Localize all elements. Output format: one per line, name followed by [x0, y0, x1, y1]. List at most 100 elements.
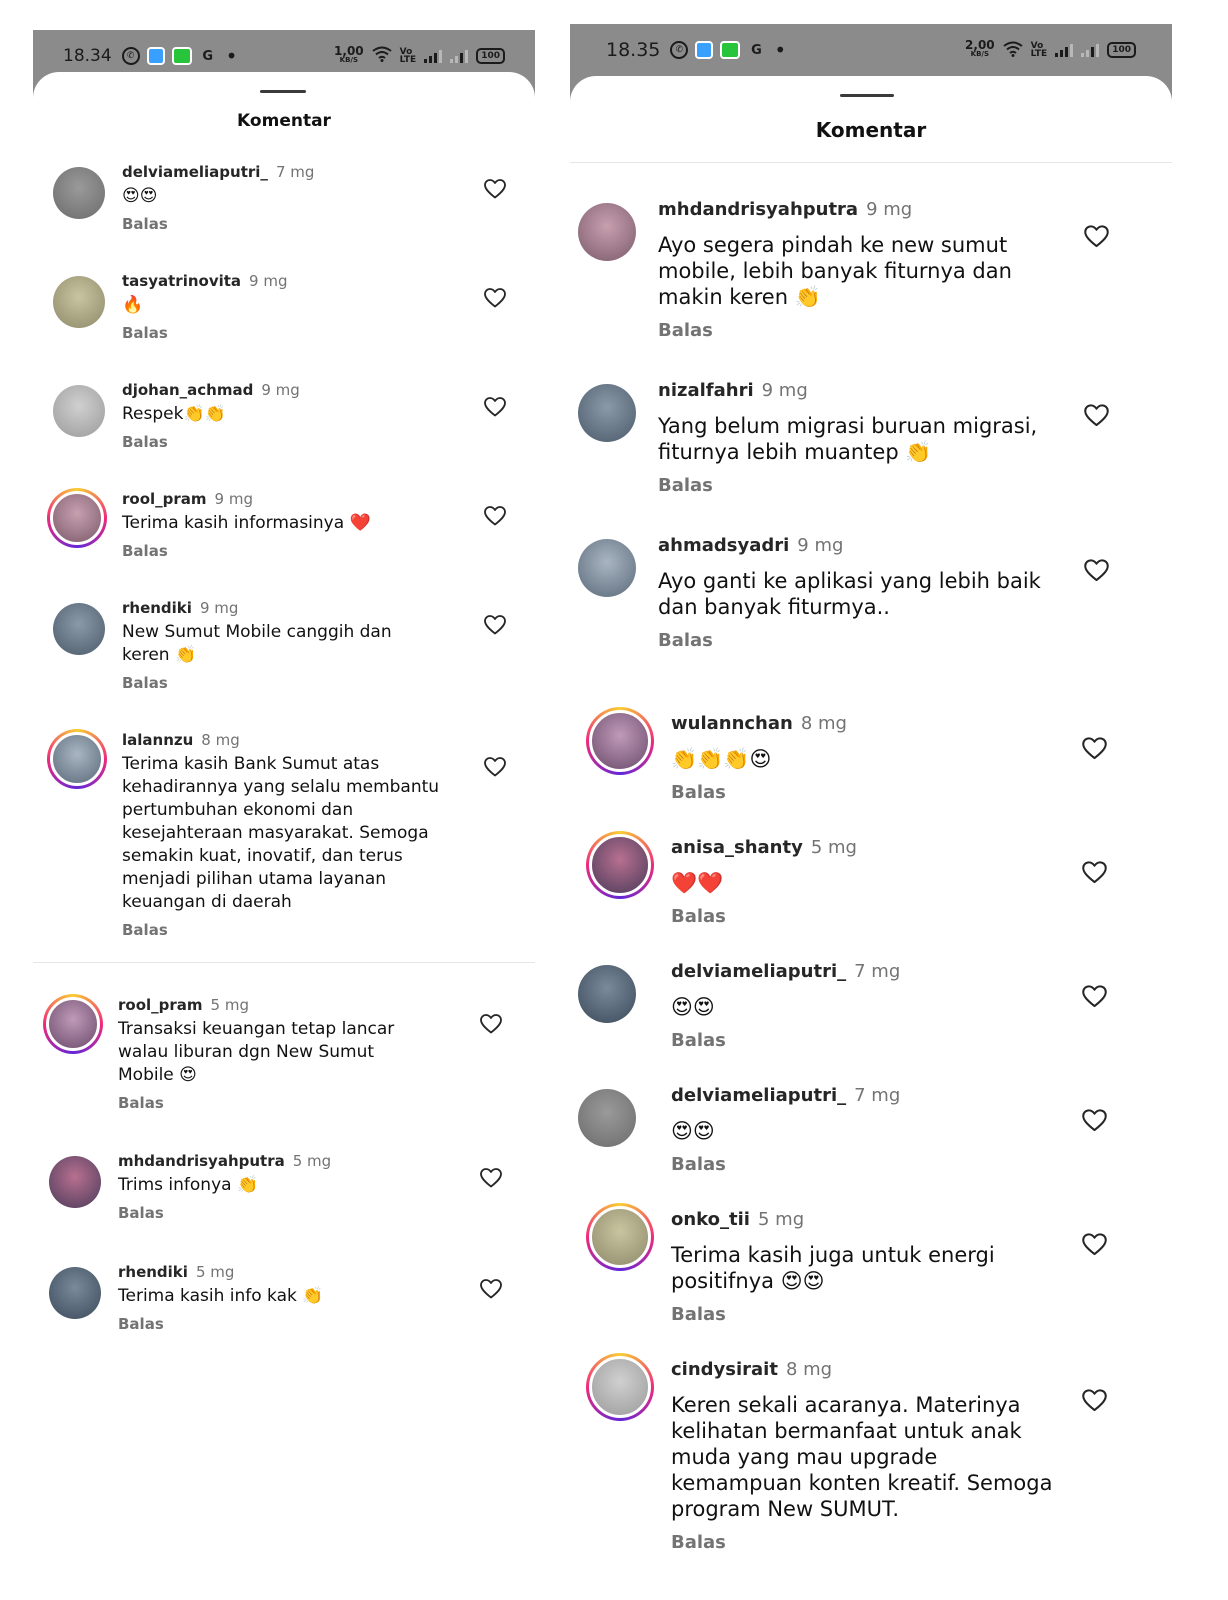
- comment-username[interactable]: mhdandrisyahputra 9 mg: [658, 199, 912, 220]
- comment-username[interactable]: anisa_shanty 5 mg: [671, 837, 857, 858]
- reply-button[interactable]: Balas: [671, 1532, 726, 1553]
- comment-username[interactable]: nizalfahri 9 mg: [658, 380, 808, 401]
- drag-handle[interactable]: [260, 90, 306, 93]
- like-heart-icon[interactable]: [483, 504, 507, 528]
- comment-username[interactable]: delviameliaputri_ 7 mg: [671, 961, 900, 982]
- avatar[interactable]: [578, 384, 636, 442]
- comment-username[interactable]: rool_pram 9 mg: [122, 490, 253, 508]
- like-heart-icon[interactable]: [1083, 402, 1110, 429]
- like-heart-icon[interactable]: [483, 286, 507, 310]
- comment-username[interactable]: lalannzu 8 mg: [122, 731, 240, 749]
- avatar[interactable]: [53, 603, 105, 655]
- comment-username[interactable]: cindysirait 8 mg: [671, 1359, 832, 1380]
- reply-button[interactable]: Balas: [671, 1030, 726, 1051]
- avatar[interactable]: [49, 1267, 101, 1319]
- comment-username[interactable]: tasyatrinovita 9 mg: [122, 272, 287, 290]
- username-text[interactable]: rhendiki: [122, 599, 192, 617]
- reply-button[interactable]: Balas: [671, 1304, 726, 1325]
- username-text[interactable]: mhdandrisyahputra: [658, 199, 858, 220]
- comment-username[interactable]: rool_pram 5 mg: [118, 996, 249, 1014]
- like-heart-icon[interactable]: [483, 613, 507, 637]
- like-heart-icon[interactable]: [1081, 859, 1108, 886]
- avatar[interactable]: [578, 965, 636, 1023]
- status-time: 18.35: [606, 39, 661, 61]
- notification-dot-icon: •: [225, 44, 238, 68]
- username-text[interactable]: djohan_achmad: [122, 381, 253, 399]
- comment-time: 8 mg: [201, 731, 240, 749]
- username-text[interactable]: rool_pram: [122, 490, 207, 508]
- comment-username[interactable]: ahmadsyadri 9 mg: [658, 535, 843, 556]
- comment-text: 👏👏👏😍: [671, 747, 772, 771]
- username-text[interactable]: ahmadsyadri: [658, 535, 789, 556]
- comment-text: Trims infonya 👏: [118, 1175, 259, 1195]
- avatar[interactable]: [578, 539, 636, 597]
- avatar[interactable]: [53, 167, 105, 219]
- comment-username[interactable]: djohan_achmad 9 mg: [122, 381, 300, 399]
- avatar[interactable]: [47, 729, 107, 789]
- avatar[interactable]: [53, 276, 105, 328]
- drag-handle[interactable]: [840, 94, 894, 97]
- username-text[interactable]: onko_tii: [671, 1209, 750, 1230]
- comment-username[interactable]: rhendiki 9 mg: [122, 599, 238, 617]
- reply-button[interactable]: Balas: [122, 324, 168, 342]
- like-heart-icon[interactable]: [1083, 223, 1110, 250]
- reply-button[interactable]: Balas: [671, 782, 726, 803]
- like-heart-icon[interactable]: [1083, 557, 1110, 584]
- comment-username[interactable]: rhendiki 5 mg: [118, 1263, 234, 1281]
- like-heart-icon[interactable]: [483, 755, 507, 779]
- reply-button[interactable]: Balas: [122, 921, 168, 939]
- like-heart-icon[interactable]: [483, 177, 507, 201]
- username-text[interactable]: nizalfahri: [658, 380, 754, 401]
- reply-button[interactable]: Balas: [118, 1094, 164, 1112]
- username-text[interactable]: lalannzu: [122, 731, 193, 749]
- like-heart-icon[interactable]: [1081, 983, 1108, 1010]
- reply-button[interactable]: Balas: [671, 906, 726, 927]
- username-text[interactable]: delviameliaputri_: [671, 961, 846, 982]
- username-text[interactable]: tasyatrinovita: [122, 272, 241, 290]
- like-heart-icon[interactable]: [1081, 735, 1108, 762]
- like-heart-icon[interactable]: [1081, 1231, 1108, 1258]
- reply-button[interactable]: Balas: [658, 320, 713, 341]
- like-heart-icon[interactable]: [1081, 1387, 1108, 1414]
- avatar[interactable]: [43, 994, 103, 1054]
- username-text[interactable]: wulannchan: [671, 713, 793, 734]
- notification-dot-icon: •: [774, 38, 787, 62]
- comment-username[interactable]: onko_tii 5 mg: [671, 1209, 804, 1230]
- avatar[interactable]: [53, 385, 105, 437]
- like-heart-icon[interactable]: [1081, 1107, 1108, 1134]
- comment-username[interactable]: mhdandrisyahputra 5 mg: [118, 1152, 331, 1170]
- avatar[interactable]: [586, 1203, 654, 1271]
- reply-button[interactable]: Balas: [118, 1315, 164, 1333]
- comment-username[interactable]: delviameliaputri_ 7 mg: [122, 163, 314, 181]
- username-text[interactable]: rhendiki: [118, 1263, 188, 1281]
- avatar[interactable]: [586, 831, 654, 899]
- avatar[interactable]: [47, 488, 107, 548]
- username-text[interactable]: delviameliaputri_: [671, 1085, 846, 1106]
- username-text[interactable]: rool_pram: [118, 996, 203, 1014]
- reply-button[interactable]: Balas: [122, 215, 168, 233]
- comment-username[interactable]: wulannchan 8 mg: [671, 713, 847, 734]
- like-heart-icon[interactable]: [479, 1277, 503, 1301]
- avatar[interactable]: [49, 1156, 101, 1208]
- avatar[interactable]: [586, 1353, 654, 1421]
- username-text[interactable]: mhdandrisyahputra: [118, 1152, 285, 1170]
- reply-button[interactable]: Balas: [118, 1204, 164, 1222]
- battery-icon: 100: [476, 48, 505, 64]
- reply-button[interactable]: Balas: [122, 542, 168, 560]
- reply-button[interactable]: Balas: [122, 433, 168, 451]
- left-screen: 18.34 ✆ G • 1,00 KB/S Vo LTE 100 Komentar …: [33, 30, 535, 1370]
- avatar[interactable]: [578, 1089, 636, 1147]
- username-text[interactable]: cindysirait: [671, 1359, 778, 1380]
- username-text[interactable]: delviameliaputri_: [122, 163, 268, 181]
- like-heart-icon[interactable]: [479, 1166, 503, 1190]
- reply-button[interactable]: Balas: [122, 674, 168, 692]
- reply-button[interactable]: Balas: [671, 1154, 726, 1175]
- avatar[interactable]: [586, 707, 654, 775]
- like-heart-icon[interactable]: [479, 1012, 503, 1036]
- comment-username[interactable]: delviameliaputri_ 7 mg: [671, 1085, 900, 1106]
- like-heart-icon[interactable]: [483, 395, 507, 419]
- reply-button[interactable]: Balas: [658, 630, 713, 651]
- reply-button[interactable]: Balas: [658, 475, 713, 496]
- avatar[interactable]: [578, 203, 636, 261]
- username-text[interactable]: anisa_shanty: [671, 837, 803, 858]
